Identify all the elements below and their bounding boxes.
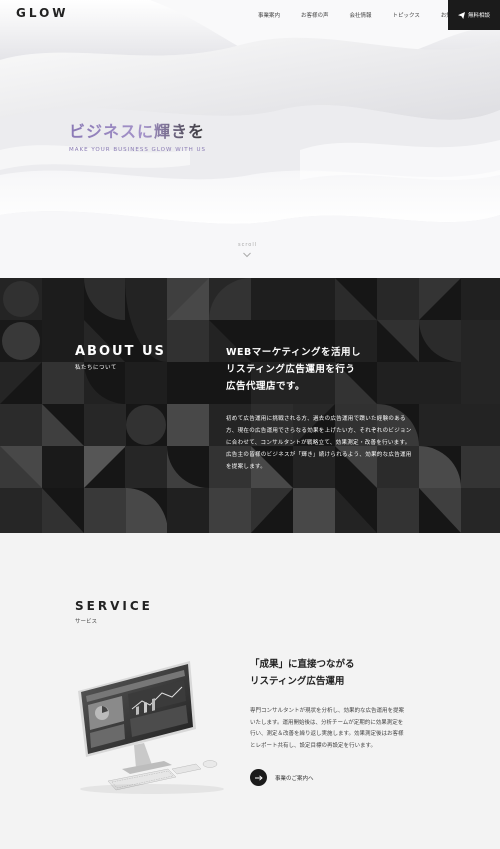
nav-item-topics[interactable]: トピックス [393,11,420,19]
about-title: ABOUT US [75,344,166,359]
service-text-line: 専門コンサルタントが現状を分析し、効果的な広告運用を提案 [250,708,405,714]
about-body: WEBマーケティングを活用し リスティング広告運用を行う 広告代理店です。 初め… [226,344,466,473]
business-guide-link[interactable]: 事業のご案内へ [250,769,470,786]
hero-title: ビジネスに輝きを [69,118,206,142]
about-lead-line: リスティング広告運用を行う [226,364,356,375]
about-lead: WEBマーケティングを活用し リスティング広告運用を行う 広告代理店です。 [226,344,466,395]
cta-label: 無料相談 [467,13,490,19]
service-title: SERVICE [75,599,153,613]
hero-subtitle: MAKE YOUR BUSINESS GLOW WITH US [69,147,207,153]
service-lead: 「成果」に直接つながる リスティング広告運用 [250,656,470,690]
paper-plane-icon [457,11,465,19]
service-text-line: いたします。運用開始後は、分析チームが定期的に効果測定を [250,719,404,726]
global-nav: 事業案内 お客様の声 会社情報 トピックス お知らせ [258,11,463,19]
about-text: 初めて広告運用に挑戦される方、過去の広告運用で躓いた経験のある 方、現在の広告運… [226,413,466,473]
service-text-line: とレポート共有し、設定目標の再設定を行います。 [250,742,376,749]
logo[interactable]: GLOW [16,6,69,20]
service-text-line: 行い、測定＆改善を繰り返し実施します。効果測定後はお客様 [250,731,404,737]
nav-item-company[interactable]: 会社情報 [350,11,372,19]
about-lead-line: WEBマーケティングを活用し [226,347,361,358]
service-lead-line: 「成果」に直接つながる [250,659,355,670]
service-heading: SERVICE サービス [75,599,153,625]
hero-section: GLOW 事業案内 お客様の声 会社情報 トピックス お知らせ 無料相談 ビジネ… [0,0,500,278]
service-lead-line: リスティング広告運用 [250,676,345,687]
service-subtitle: サービス [75,619,98,625]
about-section: ABOUT US 私たちについて WEBマーケティングを活用し リスティング広告… [0,278,500,533]
business-guide-label[interactable]: 事業のご案内へ [275,774,314,782]
service-text: 専門コンサルタントが現状を分析し、効果的な広告運用を提案 いたします。運用開始後… [250,706,470,752]
about-text-line: に合わせて、コンサルタントが戦略立て、効果測定・改善を行います。 [226,440,411,446]
free-consultation-button[interactable]: 無料相談 [448,0,500,30]
desktop-computer-illustration [78,661,224,794]
arrow-right-icon[interactable] [250,769,267,786]
page: GLOW 事業案内 お客様の声 会社情報 トピックス お知らせ 無料相談 ビジネ… [0,0,500,849]
service-body: 「成果」に直接つながる リスティング広告運用 専門コンサルタントが現状を分析し、… [250,656,470,786]
site-header: GLOW 事業案内 お客様の声 会社情報 トピックス お知らせ 無料相談 [0,0,500,30]
about-text-line: 方、現在の広告運用でさらなる効果を上げたい方、それぞれのビジョン [226,428,412,434]
nav-item-business[interactable]: 事業案内 [258,11,280,19]
hero-copy: ビジネスに輝きを MAKE YOUR BUSINESS GLOW WITH US [69,118,206,153]
about-text-line: 初めて広告運用に挑戦される方、過去の広告運用で躓いた経験のある [226,416,406,422]
chevron-down-icon[interactable] [243,252,251,258]
nav-item-voice[interactable]: お客様の声 [301,11,329,19]
service-section: SERVICE サービス 「成果」に直接つながる リスティング広告運用 専門コン… [0,533,500,849]
about-text-line: を提案します。 [226,464,267,470]
about-subtitle: 私たちについて [75,365,117,371]
about-text-line: 広告主の皆様のビジネスが「輝き」続けられるよう、効果的な広告運用 [226,452,412,458]
scroll-label[interactable]: scroll [238,242,257,248]
about-lead-line: 広告代理店です。 [226,381,306,392]
about-heading: ABOUT US 私たちについて [75,344,166,371]
